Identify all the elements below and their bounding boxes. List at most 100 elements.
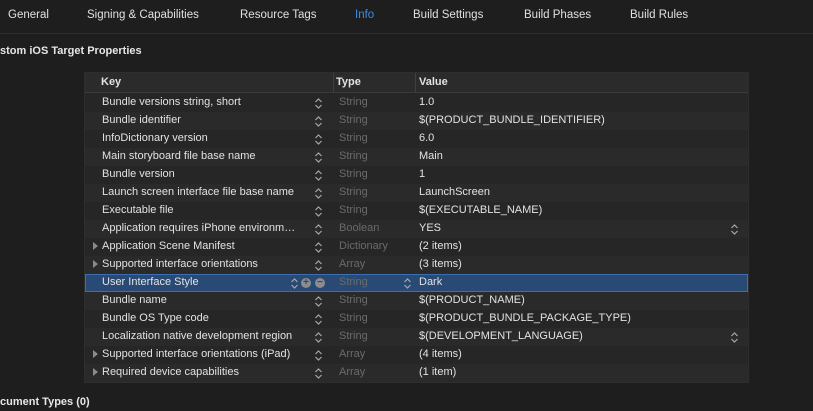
row-key[interactable]: Bundle identifier xyxy=(102,114,310,126)
row-value[interactable]: (4 items) xyxy=(419,348,462,360)
row-type[interactable]: String xyxy=(339,150,368,162)
table-row[interactable]: Bundle OS Type code String $(PRODUCT_BUNDL… xyxy=(85,310,748,328)
column-header-type[interactable]: Type xyxy=(336,76,361,88)
row-value[interactable]: (2 items) xyxy=(419,240,462,252)
table-row[interactable]: Application requires iPhone environm… Boo… xyxy=(85,220,748,238)
table-row[interactable]: InfoDictionary version String 6.0 xyxy=(85,130,748,148)
key-stepper-icon[interactable] xyxy=(314,367,323,380)
row-value[interactable]: (3 items) xyxy=(419,258,462,270)
table-row[interactable]: Launch screen interface file base name St… xyxy=(85,184,748,202)
type-stepper-icon[interactable] xyxy=(403,277,412,290)
row-type[interactable]: String xyxy=(339,186,368,198)
row-type[interactable]: String xyxy=(339,312,368,324)
row-value[interactable]: 6.0 xyxy=(419,132,434,144)
row-key[interactable]: Main storyboard file base name xyxy=(102,150,310,162)
row-type[interactable]: Dictionary xyxy=(339,240,388,252)
key-stepper-icon[interactable] xyxy=(314,313,323,326)
tab-build-rules[interactable]: Build Rules xyxy=(630,9,688,21)
table-row[interactable]: Bundle version String 1 xyxy=(85,166,748,184)
remove-row-icon[interactable]: − xyxy=(315,278,325,288)
table-row[interactable]: Supported interface orientations (iPad) A… xyxy=(85,346,748,364)
key-stepper-icon[interactable] xyxy=(314,169,323,182)
table-row[interactable]: Bundle versions string, short String 1.0 xyxy=(85,94,748,112)
value-stepper-icon[interactable] xyxy=(730,223,739,236)
key-stepper-icon[interactable] xyxy=(314,241,323,254)
tab-resource-tags[interactable]: Resource Tags xyxy=(240,9,317,21)
row-value[interactable]: $(DEVELOPMENT_LANGUAGE) xyxy=(419,330,583,342)
row-value[interactable]: Dark xyxy=(419,276,442,288)
tab-build-settings[interactable]: Build Settings xyxy=(413,9,483,21)
key-stepper-icon[interactable] xyxy=(314,97,323,110)
section-title[interactable]: stom iOS Target Properties xyxy=(0,45,142,57)
row-key[interactable]: Supported interface orientations (iPad) xyxy=(102,348,310,360)
row-key[interactable]: Required device capabilities xyxy=(102,366,310,378)
row-value[interactable]: (1 item) xyxy=(419,366,456,378)
column-header-value[interactable]: Value xyxy=(419,76,448,88)
row-value[interactable]: YES xyxy=(419,222,441,234)
row-type[interactable]: String xyxy=(339,294,368,306)
table-row[interactable]: Bundle identifier String $(PRODUCT_BUNDLE_… xyxy=(85,112,748,130)
row-type[interactable]: String xyxy=(339,276,368,288)
tab-general[interactable]: General xyxy=(8,9,49,21)
row-value[interactable]: Main xyxy=(419,150,443,162)
key-stepper-icon[interactable] xyxy=(314,133,323,146)
row-value[interactable]: 1 xyxy=(419,168,425,180)
row-key[interactable]: Bundle versions string, short xyxy=(102,96,310,108)
column-divider[interactable] xyxy=(333,73,334,92)
value-stepper-icon[interactable] xyxy=(730,331,739,344)
row-key[interactable]: Application requires iPhone environm… xyxy=(102,222,310,234)
table-row[interactable]: Required device capabilities Array (1 item… xyxy=(85,364,748,382)
table-row[interactable]: User Interface Style + − String Dark xyxy=(85,274,748,292)
key-stepper-icon[interactable] xyxy=(314,331,323,344)
disclosure-triangle-icon[interactable] xyxy=(93,350,98,358)
table-row[interactable]: Bundle name String $(PRODUCT_NAME) xyxy=(85,292,748,310)
row-value[interactable]: $(EXECUTABLE_NAME) xyxy=(419,204,542,216)
table-row[interactable]: Localization native development region St… xyxy=(85,328,748,346)
row-value[interactable]: LaunchScreen xyxy=(419,186,490,198)
row-type[interactable]: String xyxy=(339,96,368,108)
row-type[interactable]: String xyxy=(339,330,368,342)
tab-info[interactable]: Info xyxy=(355,9,374,21)
tab-build-phases[interactable]: Build Phases xyxy=(524,9,591,21)
row-type[interactable]: String xyxy=(339,168,368,180)
key-stepper-icon[interactable] xyxy=(314,349,323,362)
row-key[interactable]: Launch screen interface file base name xyxy=(102,186,310,198)
row-key[interactable]: Bundle version xyxy=(102,168,310,180)
row-type[interactable]: String xyxy=(339,132,368,144)
row-key[interactable]: Supported interface orientations xyxy=(102,258,310,270)
row-type[interactable]: String xyxy=(339,114,368,126)
add-row-icon[interactable]: + xyxy=(301,278,311,288)
tab-signing-capabilities[interactable]: Signing & Capabilities xyxy=(87,9,199,21)
row-key[interactable]: Localization native development region xyxy=(102,330,310,342)
key-stepper-icon[interactable] xyxy=(314,205,323,218)
row-type[interactable]: Array xyxy=(339,258,365,270)
key-stepper-icon[interactable] xyxy=(314,115,323,128)
row-type[interactable]: String xyxy=(339,204,368,216)
row-value[interactable]: $(PRODUCT_NAME) xyxy=(419,294,525,306)
row-key[interactable]: Executable file xyxy=(102,204,310,216)
column-divider[interactable] xyxy=(415,73,416,92)
row-value[interactable]: $(PRODUCT_BUNDLE_PACKAGE_TYPE) xyxy=(419,312,631,324)
row-type[interactable]: Boolean xyxy=(339,222,379,234)
row-key[interactable]: Bundle OS Type code xyxy=(102,312,310,324)
document-types-section-title[interactable]: cument Types (0) xyxy=(0,396,90,408)
row-key[interactable]: User Interface Style xyxy=(102,276,310,288)
column-header-key[interactable]: Key xyxy=(101,76,121,88)
disclosure-triangle-icon[interactable] xyxy=(93,242,98,250)
row-value[interactable]: $(PRODUCT_BUNDLE_IDENTIFIER) xyxy=(419,114,605,126)
disclosure-triangle-icon[interactable] xyxy=(93,260,98,268)
key-stepper-icon[interactable] xyxy=(314,223,323,236)
row-key[interactable]: InfoDictionary version xyxy=(102,132,310,144)
disclosure-triangle-icon[interactable] xyxy=(93,368,98,376)
key-stepper-icon[interactable] xyxy=(314,295,323,308)
key-stepper-icon[interactable] xyxy=(314,187,323,200)
table-row[interactable]: Supported interface orientations Array (3 … xyxy=(85,256,748,274)
row-key[interactable]: Bundle name xyxy=(102,294,310,306)
table-row[interactable]: Application Scene Manifest Dictionary (2 i… xyxy=(85,238,748,256)
key-stepper-icon[interactable] xyxy=(290,277,299,290)
row-key[interactable]: Application Scene Manifest xyxy=(102,240,310,252)
table-row[interactable]: Main storyboard file base name String Main xyxy=(85,148,748,166)
row-value[interactable]: 1.0 xyxy=(419,96,434,108)
row-type[interactable]: Array xyxy=(339,348,365,360)
row-type[interactable]: Array xyxy=(339,366,365,378)
